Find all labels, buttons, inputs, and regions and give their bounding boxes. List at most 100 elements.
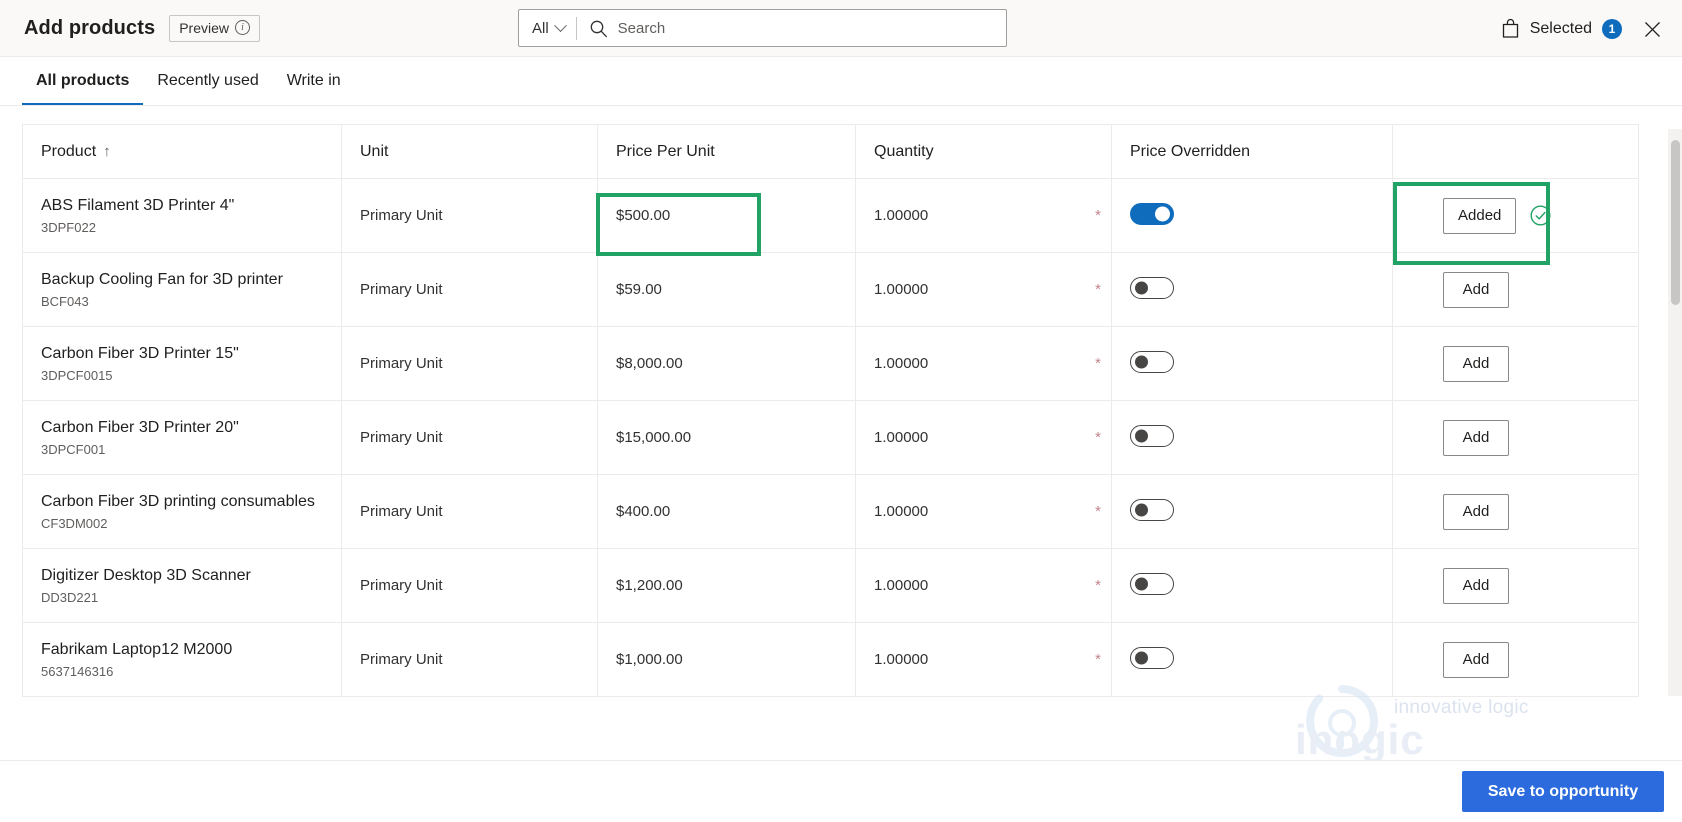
product-sku: DD3D221 (41, 589, 99, 605)
search-icon[interactable] (577, 19, 618, 38)
selected-indicator[interactable]: Selected 1 (1501, 0, 1622, 57)
action-cell: Added (1392, 178, 1639, 253)
product-sku: 3DPF022 (41, 219, 96, 235)
required-field-icon: * (1095, 502, 1101, 520)
table-row[interactable]: Carbon Fiber 3D Printer 20" 3DPCF001 Pri… (22, 400, 1639, 475)
title-zone: Add products Preview i (0, 14, 260, 42)
products-grid-container: Product ↑ Unit Price Per Unit Quantity Pr… (0, 106, 1682, 766)
search-input[interactable] (617, 19, 1006, 37)
price-cell[interactable]: $8,000.00 (597, 326, 856, 401)
price-overridden-toggle[interactable] (1130, 276, 1174, 299)
added-button[interactable]: Added (1443, 197, 1517, 234)
add-button[interactable]: Add (1443, 345, 1509, 382)
quantity-value: 1.00000 (874, 429, 929, 446)
column-header-price-overridden[interactable]: Price Overridden (1111, 124, 1393, 179)
table-row[interactable]: Digitizer Desktop 3D Scanner DD3D221 Pri… (22, 548, 1639, 623)
tab-label: All products (36, 72, 130, 89)
add-button[interactable]: Add (1443, 567, 1509, 604)
info-icon[interactable]: i (235, 20, 250, 35)
quantity-cell[interactable]: 1.00000 * (855, 326, 1112, 401)
products-table: Product ↑ Unit Price Per Unit Quantity Pr… (22, 124, 1639, 697)
unit-cell: Primary Unit (341, 178, 598, 253)
price-overridden-cell (1111, 400, 1393, 475)
add-button[interactable]: Add (1443, 641, 1509, 678)
tab-label: Recently used (157, 72, 259, 89)
price-overridden-cell (1111, 252, 1393, 327)
unit-cell: Primary Unit (341, 474, 598, 549)
table-row[interactable]: Carbon Fiber 3D Printer 15" 3DPCF0015 Pr… (22, 326, 1639, 401)
price-cell[interactable]: $500.00 (597, 178, 856, 253)
product-name[interactable]: Carbon Fiber 3D printing consumables (41, 492, 341, 512)
price-cell[interactable]: $1,000.00 (597, 622, 856, 697)
search-bar[interactable]: All (518, 9, 1007, 47)
page-title: Add products (24, 16, 156, 39)
column-header-quantity[interactable]: Quantity (855, 124, 1112, 179)
product-sku: 3DPCF001 (41, 441, 106, 457)
price-overridden-toggle[interactable] (1130, 350, 1174, 373)
quantity-cell[interactable]: 1.00000 * (855, 252, 1112, 327)
dialog-footer: Save to opportunity (0, 760, 1682, 822)
toggle-knob (1135, 577, 1148, 590)
tab-write-in[interactable]: Write in (273, 57, 355, 105)
save-to-opportunity-button[interactable]: Save to opportunity (1462, 771, 1664, 812)
column-header-unit[interactable]: Unit (341, 124, 598, 179)
product-cell: Carbon Fiber 3D printing consumables CF3… (22, 474, 342, 549)
product-cell: Digitizer Desktop 3D Scanner DD3D221 (22, 548, 342, 623)
table-body: ABS Filament 3D Printer 4" 3DPF022 Prima… (22, 178, 1639, 697)
quantity-cell[interactable]: 1.00000 * (855, 474, 1112, 549)
tab-all-products[interactable]: All products (22, 57, 144, 105)
add-button[interactable]: Add (1443, 493, 1509, 530)
quantity-cell[interactable]: 1.00000 * (855, 178, 1112, 253)
check-circle-icon (1530, 205, 1551, 226)
add-button[interactable]: Add (1443, 419, 1509, 456)
product-name[interactable]: Fabrikam Laptop12 M2000 (41, 640, 341, 660)
column-header-price-per-unit[interactable]: Price Per Unit (597, 124, 856, 179)
price-cell[interactable]: $15,000.00 (597, 400, 856, 475)
price-cell[interactable]: $59.00 (597, 252, 856, 327)
product-name[interactable]: Backup Cooling Fan for 3D printer (41, 270, 341, 290)
price-overridden-toggle[interactable] (1130, 424, 1174, 447)
add-products-dialog: Add products Preview i All Search Select… (0, 0, 1682, 822)
tab-label: Write in (286, 72, 341, 89)
preview-badge[interactable]: Preview i (169, 14, 260, 42)
price-cell[interactable]: $400.00 (597, 474, 856, 549)
action-cell: Add (1392, 474, 1639, 549)
price-overridden-cell (1111, 622, 1393, 697)
sort-ascending-icon[interactable]: ↑ (103, 143, 111, 160)
table-header-row: Product ↑ Unit Price Per Unit Quantity Pr… (22, 124, 1639, 179)
required-field-icon: * (1095, 576, 1101, 594)
product-name[interactable]: ABS Filament 3D Printer 4" (41, 196, 341, 216)
grid-scrollbar-thumb[interactable] (1671, 140, 1680, 305)
quantity-cell[interactable]: 1.00000 * (855, 400, 1112, 475)
price-overridden-toggle[interactable] (1130, 646, 1174, 669)
close-icon[interactable] (1636, 13, 1668, 45)
search-scope-select[interactable]: All (519, 10, 576, 46)
chevron-down-icon (553, 18, 567, 32)
product-sku: 5637146316 (41, 663, 114, 679)
price-cell[interactable]: $1,200.00 (597, 548, 856, 623)
price-overridden-toggle[interactable] (1130, 498, 1174, 521)
add-button[interactable]: Add (1443, 271, 1509, 308)
required-field-icon: * (1095, 206, 1101, 224)
quantity-cell[interactable]: 1.00000 * (855, 548, 1112, 623)
table-row[interactable]: Carbon Fiber 3D printing consumables CF3… (22, 474, 1639, 549)
table-row[interactable]: ABS Filament 3D Printer 4" 3DPF022 Prima… (22, 178, 1639, 253)
action-cell: Add (1392, 400, 1639, 475)
quantity-value: 1.00000 (874, 207, 929, 224)
dialog-header: Add products Preview i All Search Select… (0, 0, 1682, 57)
price-overridden-toggle[interactable] (1130, 572, 1174, 595)
table-row[interactable]: Fabrikam Laptop12 M2000 5637146316 Prima… (22, 622, 1639, 697)
quantity-cell[interactable]: 1.00000 * (855, 622, 1112, 697)
price-overridden-toggle[interactable] (1130, 202, 1174, 225)
table-row[interactable]: Backup Cooling Fan for 3D printer BCF043… (22, 252, 1639, 327)
quantity-value: 1.00000 (874, 651, 929, 668)
unit-cell: Primary Unit (341, 622, 598, 697)
price-overridden-cell (1111, 548, 1393, 623)
column-header-product[interactable]: Product ↑ (22, 124, 342, 179)
tab-recently-used[interactable]: Recently used (143, 57, 272, 105)
product-sku: BCF043 (41, 293, 89, 309)
product-name[interactable]: Digitizer Desktop 3D Scanner (41, 566, 341, 586)
product-name[interactable]: Carbon Fiber 3D Printer 20" (41, 418, 341, 438)
required-field-icon: * (1095, 354, 1101, 372)
product-name[interactable]: Carbon Fiber 3D Printer 15" (41, 344, 341, 364)
